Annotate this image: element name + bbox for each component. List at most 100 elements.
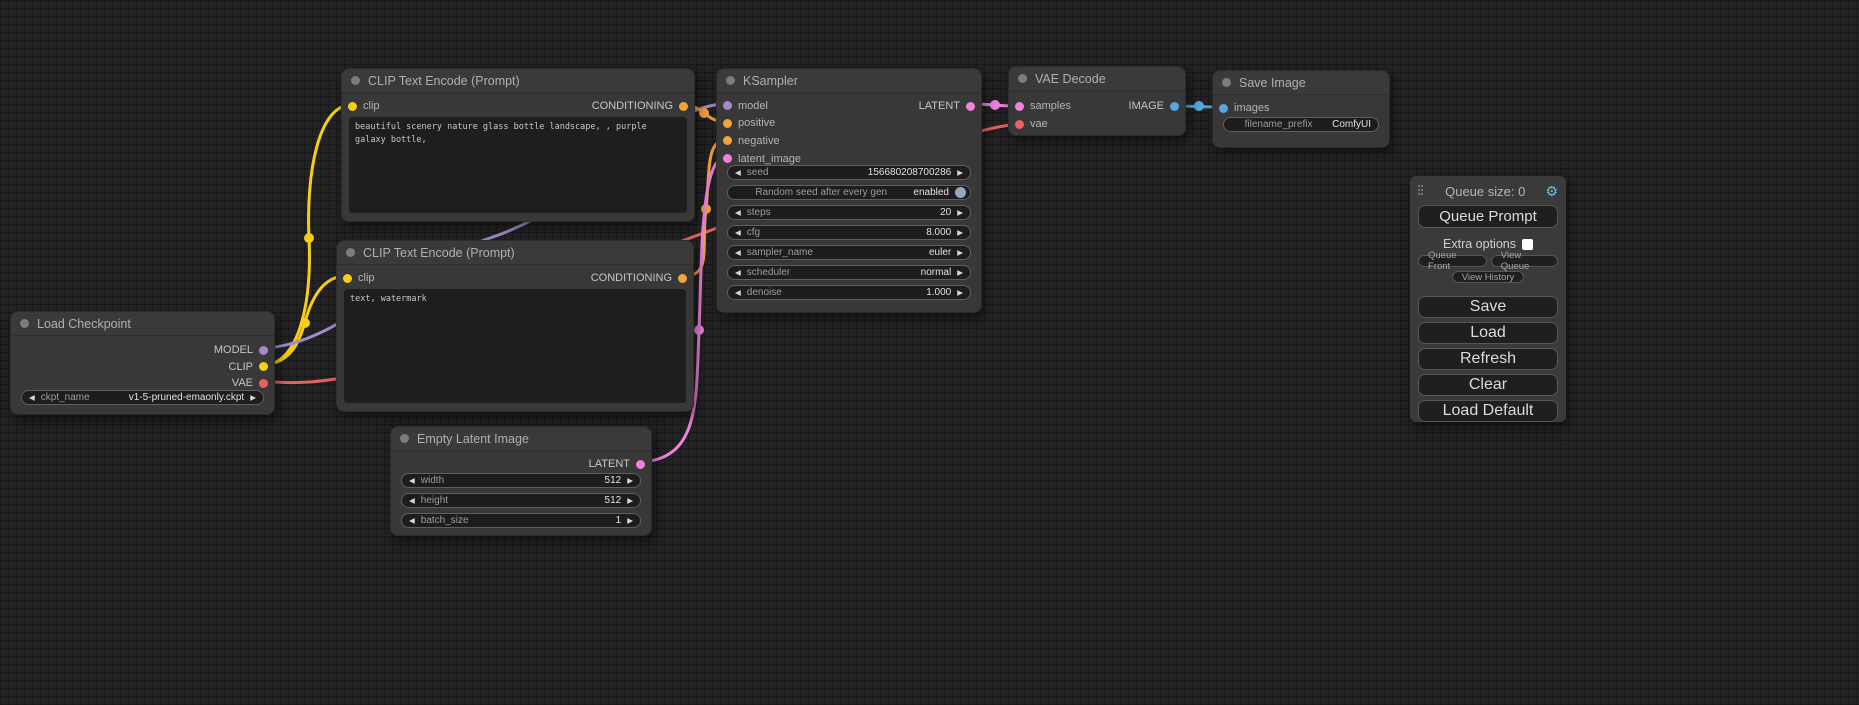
sampler-name-widget[interactable]: ◀ sampler_name euler ▶ — [727, 245, 971, 260]
increment-arrow-icon[interactable]: ▶ — [957, 168, 963, 177]
node-vae-decode[interactable]: VAE Decode samples vae IMAGE — [1008, 66, 1186, 136]
increment-arrow-icon[interactable]: ▶ — [250, 393, 256, 402]
decrement-arrow-icon[interactable]: ◀ — [735, 168, 741, 177]
increment-arrow-icon[interactable]: ▶ — [957, 288, 963, 297]
collapse-dot-icon[interactable] — [346, 248, 355, 257]
input-slot-negative[interactable] — [723, 136, 732, 145]
random-seed-toggle[interactable] — [955, 187, 966, 198]
decrement-arrow-icon[interactable]: ◀ — [735, 228, 741, 237]
output-slot-conditioning[interactable] — [679, 102, 688, 111]
link-midpoint-dot[interactable] — [699, 108, 709, 118]
output-slot-vae[interactable] — [259, 379, 268, 388]
input-slot-samples[interactable] — [1015, 102, 1024, 111]
scheduler-widget[interactable]: ◀ scheduler normal ▶ — [727, 265, 971, 280]
decrement-arrow-icon[interactable]: ◀ — [735, 268, 741, 277]
batch-size-widget[interactable]: ◀ batch_size 1 ▶ — [401, 513, 641, 528]
link-midpoint-dot[interactable] — [1194, 101, 1204, 111]
prompt-textarea[interactable]: beautiful scenery nature glass bottle la… — [349, 117, 687, 213]
random-seed-widget[interactable]: Random seed after every gen enabled — [727, 185, 971, 200]
queue-size-label: Queue size: 0 — [1425, 184, 1545, 199]
filename-prefix-widget[interactable]: filename_prefix ComfyUI — [1223, 117, 1379, 132]
link-midpoint-dot[interactable] — [990, 100, 1000, 110]
widget-value: 8.000 — [926, 227, 951, 238]
refresh-button[interactable]: Refresh — [1418, 348, 1558, 370]
node-title: Load Checkpoint — [37, 317, 131, 331]
view-history-button[interactable]: View History — [1452, 271, 1525, 283]
collapse-dot-icon[interactable] — [20, 319, 29, 328]
queue-front-button[interactable]: Queue Front — [1418, 255, 1487, 267]
output-slot-label: CLIP — [229, 361, 253, 373]
steps-widget[interactable]: ◀ steps 20 ▶ — [727, 205, 971, 220]
output-slot-latent[interactable] — [636, 460, 645, 469]
increment-arrow-icon[interactable]: ▶ — [627, 476, 633, 485]
decrement-arrow-icon[interactable]: ◀ — [409, 476, 415, 485]
link-midpoint-dot[interactable] — [300, 318, 310, 328]
node-titlebar[interactable]: VAE Decode — [1009, 67, 1185, 91]
view-queue-button[interactable]: View Queue — [1491, 255, 1558, 267]
denoise-widget[interactable]: ◀ denoise 1.000 ▶ — [727, 285, 971, 300]
output-slot-label: CONDITIONING — [591, 272, 672, 284]
node-empty-latent-image[interactable]: Empty Latent Image LATENT ◀ width 512 ▶ … — [390, 426, 652, 536]
decrement-arrow-icon[interactable]: ◀ — [735, 288, 741, 297]
collapse-dot-icon[interactable] — [726, 76, 735, 85]
decrement-arrow-icon[interactable]: ◀ — [735, 208, 741, 217]
increment-arrow-icon[interactable]: ▶ — [957, 228, 963, 237]
increment-arrow-icon[interactable]: ▶ — [957, 208, 963, 217]
collapse-dot-icon[interactable] — [400, 434, 409, 443]
cfg-widget[interactable]: ◀ cfg 8.000 ▶ — [727, 225, 971, 240]
increment-arrow-icon[interactable]: ▶ — [957, 248, 963, 257]
increment-arrow-icon[interactable]: ▶ — [627, 496, 633, 505]
width-widget[interactable]: ◀ width 512 ▶ — [401, 473, 641, 488]
node-titlebar[interactable]: Load Checkpoint — [11, 312, 274, 336]
node-ksampler[interactable]: KSampler model positive negative latent_… — [716, 68, 982, 313]
node-title: Save Image — [1239, 76, 1306, 90]
settings-gear-icon[interactable]: ⚙ — [1545, 184, 1558, 198]
output-slot-model[interactable] — [259, 346, 268, 355]
decrement-arrow-icon[interactable]: ◀ — [29, 393, 35, 402]
collapse-dot-icon[interactable] — [351, 76, 360, 85]
link-midpoint-dot[interactable] — [304, 233, 314, 243]
clear-button[interactable]: Clear — [1418, 374, 1558, 396]
collapse-dot-icon[interactable] — [1018, 74, 1027, 83]
node-titlebar[interactable]: KSampler — [717, 69, 981, 93]
output-slot-conditioning[interactable] — [678, 274, 687, 283]
decrement-arrow-icon[interactable]: ◀ — [735, 248, 741, 257]
link-midpoint-dot[interactable] — [694, 325, 704, 335]
input-slot-model[interactable] — [723, 101, 732, 110]
output-slot-image[interactable] — [1170, 102, 1179, 111]
save-button[interactable]: Save — [1418, 296, 1558, 318]
increment-arrow-icon[interactable]: ▶ — [957, 268, 963, 277]
node-title: VAE Decode — [1035, 72, 1106, 86]
decrement-arrow-icon[interactable]: ◀ — [409, 516, 415, 525]
drag-handle-icon[interactable] — [1418, 185, 1425, 197]
collapse-dot-icon[interactable] — [1222, 78, 1231, 87]
input-slot-images[interactable] — [1219, 104, 1228, 113]
node-clip-text-encode-negative[interactable]: CLIP Text Encode (Prompt) clip CONDITION… — [336, 240, 694, 412]
height-widget[interactable]: ◀ height 512 ▶ — [401, 493, 641, 508]
load-button[interactable]: Load — [1418, 322, 1558, 344]
node-load-checkpoint[interactable]: Load Checkpoint MODEL CLIP VAE ◀ ckpt_na… — [10, 311, 275, 415]
comfyui-canvas[interactable]: { "icons": { "arrow_left": "◀", "arrow_r… — [0, 0, 1859, 705]
input-slot-clip[interactable] — [348, 102, 357, 111]
node-titlebar[interactable]: Save Image — [1213, 71, 1389, 95]
node-titlebar[interactable]: CLIP Text Encode (Prompt) — [342, 69, 694, 93]
input-slot-clip[interactable] — [343, 274, 352, 283]
input-slot-latent-image[interactable] — [723, 154, 732, 163]
node-titlebar[interactable]: CLIP Text Encode (Prompt) — [337, 241, 693, 265]
queue-prompt-button[interactable]: Queue Prompt — [1418, 205, 1558, 228]
increment-arrow-icon[interactable]: ▶ — [627, 516, 633, 525]
widget-label: height — [421, 495, 448, 506]
ckpt-name-widget[interactable]: ◀ ckpt_name v1-5-pruned-emaonly.ckpt ▶ — [21, 390, 264, 405]
prompt-textarea[interactable]: text, watermark — [344, 289, 686, 403]
seed-widget[interactable]: ◀ seed 156680208700286 ▶ — [727, 165, 971, 180]
decrement-arrow-icon[interactable]: ◀ — [409, 496, 415, 505]
input-slot-positive[interactable] — [723, 119, 732, 128]
output-slot-clip[interactable] — [259, 362, 268, 371]
output-slot-latent[interactable] — [966, 102, 975, 111]
node-titlebar[interactable]: Empty Latent Image — [391, 427, 651, 451]
node-clip-text-encode-positive[interactable]: CLIP Text Encode (Prompt) clip CONDITION… — [341, 68, 695, 222]
input-slot-vae[interactable] — [1015, 120, 1024, 129]
node-save-image[interactable]: Save Image images filename_prefix ComfyU… — [1212, 70, 1390, 148]
extra-options-checkbox[interactable] — [1522, 239, 1533, 250]
load-default-button[interactable]: Load Default — [1418, 400, 1558, 422]
